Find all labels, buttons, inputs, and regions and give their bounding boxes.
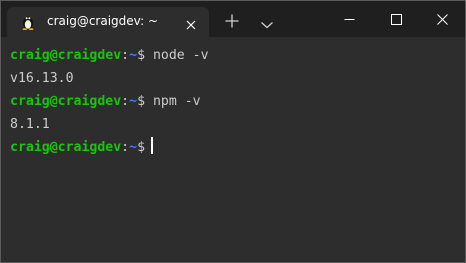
prompt-symbol: $ [137, 48, 146, 63]
output-line: v16.13.0 [10, 71, 74, 86]
output-line: 8.1.1 [10, 117, 50, 132]
tab-terminal[interactable]: craig@craigdev: ~ [7, 7, 209, 37]
prompt-path: ~ [129, 140, 138, 155]
prompt-colon: : [121, 140, 130, 155]
minimize-button[interactable] [326, 1, 372, 37]
prompt-line: craig@craigdev:~$ node -v [10, 44, 465, 67]
prompt-colon: : [121, 48, 130, 63]
prompt-symbol: $ [137, 140, 146, 155]
maximize-button[interactable] [373, 1, 419, 37]
terminal-output[interactable]: craig@craigdev:~$ node -v v16.13.0 craig… [1, 37, 465, 262]
prompt-user: craig@craigdev [10, 48, 122, 63]
text-cursor [151, 137, 153, 154]
title-bar[interactable]: craig@craigdev: ~ [1, 1, 465, 37]
command-text: node -v [145, 48, 209, 63]
prompt-path: ~ [129, 48, 138, 63]
prompt-line: craig@craigdev:~$ npm -v [10, 90, 465, 113]
chevron-down-icon[interactable] [260, 15, 274, 29]
prompt-colon: : [121, 94, 130, 109]
close-window-button[interactable] [419, 1, 465, 37]
maximize-icon [391, 14, 402, 25]
prompt-symbol: $ [137, 94, 146, 109]
prompt-user: craig@craigdev [10, 94, 122, 109]
terminal-window: craig@craigdev: ~ craig@craigdev:~$ node… [0, 0, 466, 263]
linux-penguin-icon [21, 14, 35, 31]
prompt-line: craig@craigdev:~$ [10, 136, 465, 159]
close-icon [437, 14, 448, 25]
command-text: npm -v [145, 94, 201, 109]
prompt-path: ~ [129, 94, 138, 109]
tab-title: craig@craigdev: ~ [47, 14, 159, 28]
prompt-user: craig@craigdev [10, 140, 122, 155]
close-tab-icon[interactable] [185, 16, 197, 30]
minimize-icon [344, 19, 355, 20]
plus-icon[interactable] [225, 13, 239, 28]
